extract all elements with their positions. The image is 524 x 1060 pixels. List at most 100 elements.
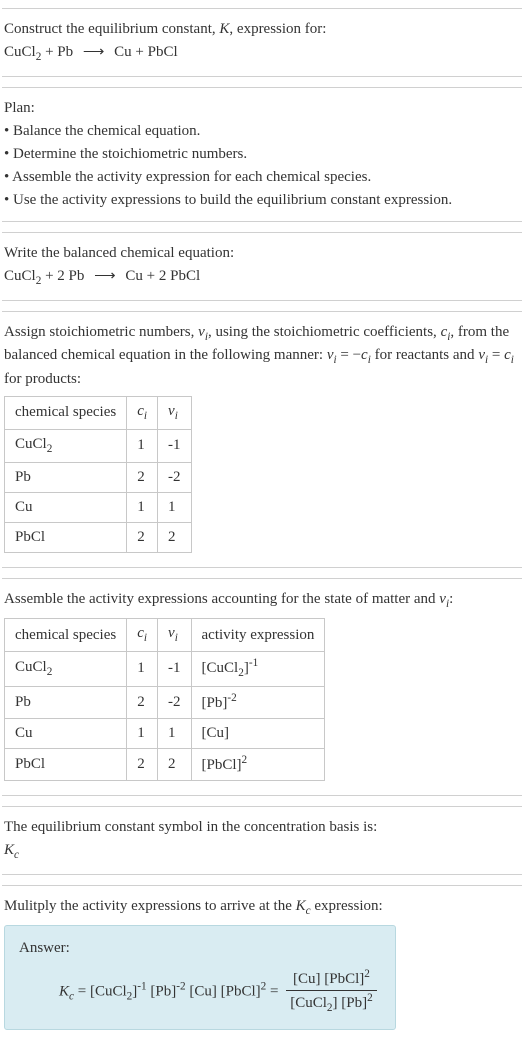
sub-i: i [144,410,147,422]
k: K [59,984,69,1000]
eq-lhs2: + Pb [41,44,73,60]
ae-sup: -2 [227,692,236,704]
ci: c [504,347,511,363]
plan-bullet-2: • Determine the stoichiometric numbers. [4,144,520,165]
assign-text: Assign stoichiometric numbers, νi, using… [4,322,520,391]
plan-bullet-4: • Use the activity expressions to build … [4,190,520,211]
kc-symbol: Kc [4,840,520,864]
cell-c: 2 [127,748,158,780]
cell-v: -2 [158,686,192,718]
ans-c: [Pb] [147,984,177,1000]
table-header-row: chemical species ci νi activity expressi… [5,619,325,652]
cell-species: Pb [5,462,127,492]
intro-text: Construct the equilibrium constant, K, e… [4,19,520,40]
table-row: PbCl 2 2 [5,522,192,552]
cell-species: Cu [5,492,127,522]
nu: ν [439,591,446,607]
num-a: [Cu] [PbCl] [293,971,364,987]
th-activity: activity expression [191,619,325,652]
cell-v: 1 [158,492,192,522]
cell-species: PbCl [5,522,127,552]
ae-sup: 2 [242,754,248,766]
intro-section: Construct the equilibrium constant, K, e… [2,8,522,77]
sub-i: i [175,632,178,644]
ae-a: [CuCl [202,660,239,676]
th-species: chemical species [5,619,127,652]
cell-c: 2 [127,686,158,718]
activity-section: Assemble the activity expressions accoun… [2,578,522,796]
mult-b: expression: [311,898,383,914]
eq-rhs: Cu + PbCl [114,44,177,60]
cell-species: PbCl [5,748,127,780]
assign-a: Assign stoichiometric numbers, [4,324,198,340]
cell-activity: [CuCl2]-1 [191,652,325,687]
eq-lhs1: CuCl [4,44,36,60]
symbol-text: The equilibrium constant symbol in the c… [4,817,520,838]
eq-sign2: = [488,347,504,363]
table-row: CuCl2 1 -1 [CuCl2]-1 [5,652,325,687]
ci: c [137,625,144,641]
cell-v: 2 [158,748,192,780]
intro-part-a: Construct the equilibrium constant, [4,21,219,37]
table-row: CuCl2 1 -1 [5,429,192,462]
bal-rhs: Cu + 2 PbCl [125,268,200,284]
kc-sub: c [14,849,19,861]
multiply-section: Mulitply the activity expressions to arr… [2,885,522,1043]
sub-i: i [175,410,178,422]
act-b: : [449,591,453,607]
assign-b: , using the stoichiometric coefficients, [208,324,441,340]
numerator: [Cu] [PbCl]2 [286,967,377,991]
th-ci: ci [127,619,158,652]
cell-c: 1 [127,429,158,462]
ans-d: [Cu] [PbCl] [186,984,261,1000]
bal-lhs-a: CuCl [4,268,36,284]
table-header-row: chemical species ci νi [5,397,192,430]
table-row: Cu 1 1 [Cu] [5,718,325,748]
assign-section: Assign stoichiometric numbers, νi, using… [2,311,522,568]
cell-activity: [PbCl]2 [191,748,325,780]
cell-species: CuCl2 [5,652,127,687]
cell-activity: [Pb]-2 [191,686,325,718]
plan-bullet-1: • Balance the chemical equation. [4,121,520,142]
cell-species: CuCl2 [5,429,127,462]
ans-a: = [CuCl [74,984,127,1000]
den-a: [CuCl [290,995,327,1011]
k: K [296,898,306,914]
cell-c: 1 [127,492,158,522]
sup-2: 2 [364,968,370,980]
sp: CuCl [15,436,47,452]
assign-d: for reactants and [371,347,478,363]
mult-a: Mulitply the activity expressions to arr… [4,898,296,914]
answer-equation: Kc = [CuCl2]-1 [Pb]-2 [Cu] [PbCl]2 = [Cu… [59,967,381,1017]
cell-activity: [Cu] [191,718,325,748]
k-symbol: K [219,21,229,37]
th-vi: νi [158,619,192,652]
intro-part-b: , expression for: [229,21,326,37]
sp: CuCl [15,659,47,675]
cell-v: -1 [158,652,192,687]
ae-a: [PbCl] [202,757,242,773]
plan-title: Plan: [4,98,520,119]
cell-c: 2 [127,462,158,492]
table-row: PbCl 2 2 [PbCl]2 [5,748,325,780]
sup-n2: -2 [176,981,185,993]
balanced-section: Write the balanced chemical equation: Cu… [2,232,522,301]
sub: 2 [47,443,53,455]
cell-v: 2 [158,522,192,552]
intro-equation: CuCl2 + Pb ⟶ Cu + PbCl [4,42,520,66]
ae-sup: -1 [249,657,258,669]
sub-i: i [144,632,147,644]
nu: ν [168,403,175,419]
cell-c: 2 [127,522,158,552]
denominator: [CuCl2] [Pb]2 [286,991,377,1017]
cell-c: 1 [127,718,158,748]
assign-table: chemical species ci νi CuCl2 1 -1 Pb 2 -… [4,396,192,553]
sup-n1: -1 [137,981,146,993]
cell-v: -1 [158,429,192,462]
symbol-section: The equilibrium constant symbol in the c… [2,806,522,875]
answer-box: Answer: Kc = [CuCl2]-1 [Pb]-2 [Cu] [PbCl… [4,925,396,1030]
answer-label: Answer: [19,938,381,959]
eq-sign: = − [337,347,361,363]
act-a: Assemble the activity expressions accoun… [4,591,439,607]
th-species: chemical species [5,397,127,430]
